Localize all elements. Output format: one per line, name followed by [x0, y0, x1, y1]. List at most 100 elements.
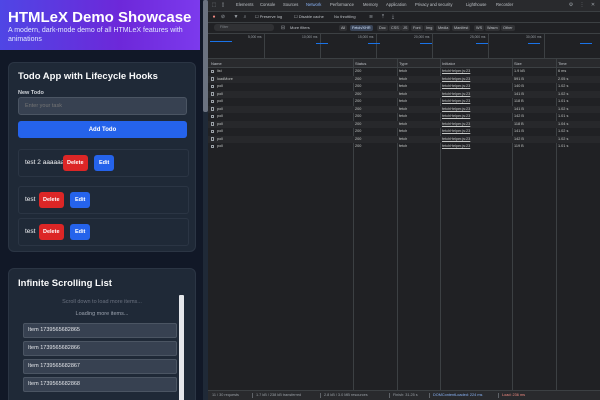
- tab-memory[interactable]: Memory: [363, 2, 378, 7]
- edit-button[interactable]: Edit: [94, 155, 115, 171]
- tab-application[interactable]: Application: [386, 2, 407, 7]
- request-initiator[interactable]: fetchHelper.js:23: [442, 69, 470, 73]
- request-name: list: [217, 69, 222, 73]
- table-row[interactable]: poll 200 fetch fetchHelper.js:23 118 B 1.01 s: [208, 98, 600, 105]
- request-initiator[interactable]: fetchHelper.js:23: [442, 129, 470, 133]
- edit-button[interactable]: Edit: [70, 224, 91, 240]
- tab-elements[interactable]: Elements: [236, 2, 253, 7]
- wifi-icon[interactable]: ≋: [368, 14, 374, 20]
- table-row[interactable]: poll 200 fetch fetchHelper.js:23 118 B 1.04 s: [208, 120, 600, 128]
- tab-network[interactable]: Network: [306, 2, 321, 7]
- request-type: fetch: [399, 84, 408, 88]
- disable-cache-checkbox[interactable]: ☐ Disable cache: [294, 14, 324, 19]
- tab-lighthouse[interactable]: Lighthouse: [466, 2, 487, 7]
- delete-button[interactable]: Delete: [63, 155, 88, 171]
- table-row[interactable]: poll 200 fetch fetchHelper.js:23 142 B 1.02 s: [208, 135, 600, 143]
- table-row[interactable]: poll 200 fetch fetchHelper.js:23 141 B 1.02 s: [208, 105, 600, 113]
- settings-icon[interactable]: ⚙: [568, 2, 574, 8]
- request-initiator[interactable]: fetchHelper.js:23: [442, 77, 470, 81]
- record-icon[interactable]: ●: [211, 14, 217, 20]
- table-row[interactable]: poll 200 fetch fetchHelper.js:23 119 B 1.01 s: [208, 143, 600, 150]
- request-type: fetch: [399, 136, 408, 141]
- request-type: fetch: [399, 144, 408, 148]
- clear-icon[interactable]: ⊘: [220, 14, 226, 20]
- filter-icon[interactable]: ▼: [233, 14, 239, 20]
- tab-recorder[interactable]: Recorder: [496, 2, 513, 7]
- preserve-log-checkbox[interactable]: ☐ Preserve log: [255, 14, 282, 19]
- request-type: fetch: [399, 129, 408, 133]
- hero-banner: HTMLeX Demo Showcase A modern, dark-mode…: [0, 0, 200, 50]
- col-status[interactable]: Status: [355, 61, 366, 66]
- fetch-file-icon: [211, 114, 214, 118]
- delete-button[interactable]: Delete: [39, 192, 64, 208]
- domcontentloaded-time: DOMContentLoaded: 224 ms: [433, 393, 483, 397]
- request-size: 141 B: [514, 106, 524, 111]
- import-icon[interactable]: ⤒: [380, 14, 386, 20]
- network-toolbar: ● ⊘ ▼ ⌕ ☐ Preserve log ☐ Disable cache N…: [208, 12, 600, 23]
- request-type: fetch: [399, 69, 408, 73]
- close-icon[interactable]: ✕: [590, 2, 596, 8]
- request-status: 200: [355, 144, 362, 148]
- invert-icon[interactable]: ⊟: [280, 25, 286, 31]
- filter-input[interactable]: Filter: [214, 24, 274, 31]
- request-initiator[interactable]: fetchHelper.js:23: [442, 92, 470, 96]
- table-row[interactable]: poll 200 fetch fetchHelper.js:23 140 B 1.02 s: [208, 83, 600, 90]
- filter-doc[interactable]: Doc: [377, 24, 388, 31]
- filter-fetch-xhr[interactable]: Fetch/XHR: [350, 24, 373, 31]
- tab-privacy-security[interactable]: Privacy and security: [415, 2, 452, 7]
- new-todo-label: New Todo: [18, 90, 44, 96]
- table-row[interactable]: list 200 fetch fetchHelper.js:23 1.9 kB 6 ms: [208, 68, 600, 75]
- more-options-icon[interactable]: ⋮: [579, 2, 585, 8]
- throttling-select[interactable]: No throttling: [334, 14, 356, 19]
- col-initiator[interactable]: Initiator: [442, 61, 455, 66]
- disable-cache-label: Disable cache: [298, 14, 324, 19]
- col-type[interactable]: Type: [399, 61, 408, 66]
- edit-button[interactable]: Edit: [70, 192, 91, 208]
- table-row[interactable]: poll 200 fetch fetchHelper.js:23 141 B 1.02 s: [208, 128, 600, 135]
- col-time[interactable]: Time: [558, 61, 567, 66]
- request-initiator[interactable]: fetchHelper.js:23: [442, 99, 470, 103]
- request-initiator[interactable]: fetchHelper.js:23: [442, 84, 470, 88]
- filter-ws[interactable]: WS: [474, 24, 485, 31]
- filter-manifest[interactable]: Manifest: [452, 24, 471, 31]
- overview-tick-label: 10,000 ms: [302, 35, 318, 39]
- todo-input[interactable]: [18, 97, 187, 115]
- request-status: 200: [355, 99, 362, 103]
- tab-console[interactable]: Console: [260, 2, 275, 7]
- filter-media[interactable]: Media: [436, 24, 451, 31]
- tab-sources[interactable]: Sources: [283, 2, 298, 7]
- tab-performance[interactable]: Performance: [330, 2, 354, 7]
- page-title: HTMLeX Demo Showcase: [8, 9, 192, 26]
- request-type: fetch: [399, 121, 408, 126]
- delete-button[interactable]: Delete: [39, 224, 64, 240]
- request-initiator[interactable]: fetchHelper.js:23: [442, 114, 470, 118]
- table-row[interactable]: poll 200 fetch fetchHelper.js:23 142 B 1.01 s: [208, 113, 600, 120]
- filter-img[interactable]: Img: [424, 24, 435, 31]
- add-todo-button[interactable]: Add Todo: [18, 121, 187, 138]
- inspect-icon[interactable]: ⬚: [211, 2, 217, 8]
- network-overview[interactable]: 5,000 ms 10,000 ms 15,000 ms 20,000 ms 2…: [208, 34, 600, 59]
- scroll-hint: Scroll down to load more items...: [62, 299, 142, 305]
- filter-all[interactable]: All: [339, 24, 348, 31]
- table-row[interactable]: loadMore 200 fetch fetchHelper.js:23 591 B 2.…: [208, 75, 600, 83]
- filter-js[interactable]: JS: [401, 24, 410, 31]
- col-size[interactable]: Size: [514, 61, 522, 66]
- request-initiator[interactable]: fetchHelper.js:23: [442, 137, 470, 141]
- more-filters-dropdown[interactable]: More filters: [290, 25, 310, 30]
- request-initiator[interactable]: fetchHelper.js:23: [442, 107, 470, 111]
- search-icon[interactable]: ⌕: [242, 14, 248, 20]
- device-toolbar-icon[interactable]: ▯: [220, 2, 226, 8]
- filter-font[interactable]: Font: [411, 24, 423, 31]
- todo-text: test: [25, 196, 36, 203]
- filter-other[interactable]: Other: [501, 24, 515, 31]
- request-status: 200: [355, 91, 362, 96]
- table-row[interactable]: poll 200 fetch fetchHelper.js:23 141 B 1.02 s: [208, 90, 600, 98]
- col-name[interactable]: Name: [211, 61, 222, 66]
- fetch-file-icon: [211, 107, 214, 111]
- export-icon[interactable]: ⤓: [390, 14, 396, 20]
- filter-wasm[interactable]: Wasm: [485, 24, 500, 31]
- list-scrollbar[interactable]: [179, 295, 184, 400]
- filter-css[interactable]: CSS: [389, 24, 401, 31]
- request-initiator[interactable]: fetchHelper.js:23: [442, 144, 470, 148]
- request-initiator[interactable]: fetchHelper.js:23: [442, 122, 470, 126]
